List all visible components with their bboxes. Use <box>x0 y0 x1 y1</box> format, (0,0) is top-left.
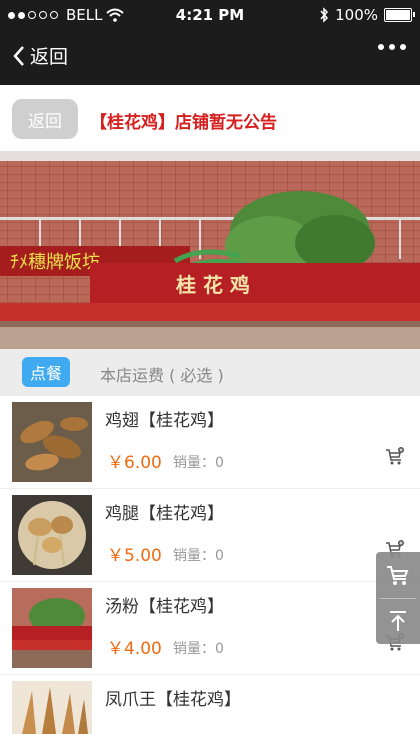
notice-text: 【桂花鸡】店铺暂无公告 <box>90 113 277 133</box>
tab-order[interactable]: 点餐 <box>22 357 70 387</box>
chevron-left-icon <box>13 45 24 66</box>
product-name: 鸡腿【桂花鸡】 <box>105 504 224 524</box>
product-sales: 销量：0 <box>173 548 224 564</box>
nav-back-button[interactable]: 返回 <box>12 42 68 69</box>
status-bar: BELL 4:21 PM 100% <box>0 0 420 30</box>
product-thumbnail <box>12 681 92 734</box>
notice-bar: 返回 【桂花鸡】店铺暂无公告 <box>0 85 420 151</box>
product-thumbnail <box>12 402 92 482</box>
product-sales: 销量：0 <box>173 455 224 471</box>
battery-icon <box>384 8 415 22</box>
more-options-icon[interactable] <box>378 44 406 50</box>
product-name: 凤爪王【桂花鸡】 <box>105 690 241 710</box>
back-to-top-button[interactable] <box>376 598 420 644</box>
bluetooth-icon <box>320 7 329 23</box>
product-name: 汤粉【桂花鸡】 <box>105 597 224 617</box>
nav-back-label: 返回 <box>30 46 69 68</box>
shopping-cart-icon <box>387 566 409 585</box>
category-tabs: 点餐 本店运费 ( 必选 ) <box>0 349 420 396</box>
battery-percent: 100% <box>335 6 378 24</box>
product-item[interactable]: 鸡翅【桂花鸡】 ￥6.00 销量：0 <box>0 396 420 489</box>
notice-back-button[interactable]: 返回 <box>12 99 78 139</box>
product-item[interactable]: 鸡腿【桂花鸡】 ￥5.00 销量：0 <box>0 489 420 582</box>
product-name: 鸡翅【桂花鸡】 <box>105 411 224 431</box>
floating-cart-button[interactable] <box>376 552 420 598</box>
svg-text:ﾁﾒ穗牌饭坊: ﾁﾒ穗牌饭坊 <box>10 252 100 273</box>
tab-shipping-fee[interactable]: 本店运费 ( 必选 ) <box>100 362 224 386</box>
product-thumbnail <box>12 495 92 575</box>
store-banner-image: ﾁﾒ穗牌饭坊 桂 花 鸡 <box>0 151 420 349</box>
floating-actions <box>376 552 420 644</box>
product-item[interactable]: 凤爪王【桂花鸡】 <box>0 675 420 734</box>
add-to-cart-icon[interactable] <box>384 446 406 468</box>
banner-sign-text: 桂 花 鸡 <box>175 273 250 297</box>
back-to-top-icon <box>390 611 406 631</box>
product-price: ￥4.00 <box>107 639 162 659</box>
status-right: 100% <box>319 6 415 24</box>
product-sales: 销量：0 <box>173 641 224 657</box>
product-item[interactable]: 汤粉【桂花鸡】 ￥4.00 销量：0 <box>0 582 420 675</box>
product-price: ￥6.00 <box>107 453 162 473</box>
nav-bar: 返回 <box>0 30 420 85</box>
product-thumbnail <box>12 588 92 668</box>
product-price: ￥5.00 <box>107 546 162 566</box>
